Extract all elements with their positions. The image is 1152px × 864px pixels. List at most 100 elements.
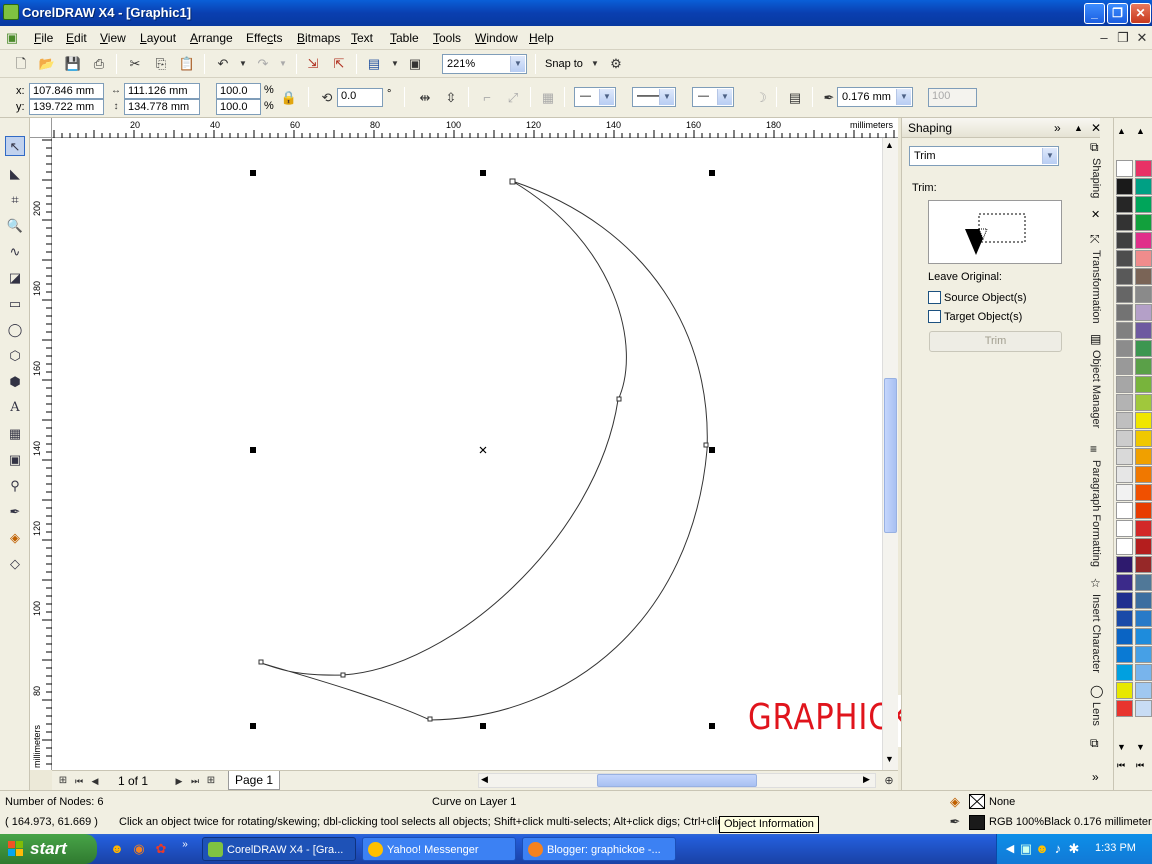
menu-layout[interactable]: Layout	[140, 31, 176, 45]
source-objects-label[interactable]: Source Object(s)	[944, 292, 1027, 304]
menu-window[interactable]: Window	[475, 31, 518, 45]
color-swatch[interactable]	[1116, 394, 1133, 411]
color-swatch[interactable]	[1116, 250, 1133, 267]
color-swatch[interactable]	[1116, 358, 1133, 375]
shaping-mode-select[interactable]: Trim ▼	[909, 146, 1059, 166]
color-swatch[interactable]	[1116, 286, 1133, 303]
color-swatch[interactable]	[1135, 268, 1152, 285]
color-swatch[interactable]	[1116, 502, 1133, 519]
quicklaunch-app-icon[interactable]: ✿	[152, 840, 170, 858]
table-tool-icon[interactable]: ▦	[5, 424, 25, 444]
minimize-button[interactable]: _	[1084, 3, 1105, 24]
chevron-down-icon[interactable]: ▼	[896, 89, 911, 105]
color-swatch[interactable]	[1116, 682, 1133, 699]
lock-ratio-icon[interactable]: 🔒	[280, 89, 298, 107]
menu-file[interactable]: File	[34, 31, 53, 45]
color-swatch[interactable]	[1116, 412, 1133, 429]
color-swatch[interactable]	[1135, 322, 1152, 339]
paste-icon[interactable]: 📋	[178, 55, 196, 73]
vertical-scrollbar[interactable]: ▲ ▼	[882, 138, 898, 770]
palette-scroll-up-icon[interactable]: ▲	[1136, 126, 1145, 136]
freehand-tool-icon[interactable]: ∿	[5, 242, 25, 262]
application-launcher-icon[interactable]: ▤	[365, 55, 383, 73]
color-swatch[interactable]	[1135, 286, 1152, 303]
color-swatch[interactable]	[1116, 376, 1133, 393]
disabled-transparency-input[interactable]: 100	[928, 88, 977, 107]
close-curve-icon[interactable]: ☽	[752, 89, 770, 107]
new-document-icon[interactable]: 🗋	[12, 55, 30, 73]
color-swatch[interactable]	[1135, 250, 1152, 267]
color-swatch[interactable]	[1116, 520, 1133, 537]
color-swatch[interactable]	[1116, 304, 1133, 321]
color-swatch[interactable]	[1135, 196, 1152, 213]
scroll-left-icon[interactable]: ◀	[481, 774, 488, 785]
interactive-blend-tool-icon[interactable]: ▣	[5, 450, 25, 470]
menu-arrange[interactable]: Arrange	[190, 31, 233, 45]
pick-tool-icon[interactable]: ↖	[5, 136, 25, 156]
mirror-horizontal-icon[interactable]: ⇹	[416, 89, 434, 107]
tab-transformation[interactable]: Transformation	[1090, 250, 1102, 324]
rotate-icon[interactable]: ⟲	[318, 89, 336, 107]
navigator-zoom-icon[interactable]: ⊕	[880, 772, 898, 790]
trim-button[interactable]: Trim	[929, 331, 1062, 352]
menu-bitmaps[interactable]: Bitmaps	[297, 31, 340, 45]
zoom-level-combo[interactable]: 221% ▼	[442, 54, 527, 74]
palette-scroll-down-icon[interactable]: ▼	[1117, 742, 1126, 752]
selection-handle[interactable]	[250, 723, 256, 729]
selection-handle[interactable]	[250, 170, 256, 176]
crop-tool-icon[interactable]: ⌗	[5, 190, 25, 210]
menu-text[interactable]: Text	[351, 31, 373, 45]
menu-tools[interactable]: Tools	[433, 31, 461, 45]
color-swatch[interactable]	[1135, 628, 1152, 645]
curve-node[interactable]	[509, 178, 516, 185]
color-swatch[interactable]	[1135, 178, 1152, 195]
copy-icon[interactable]: ⎘	[152, 55, 170, 73]
transformation-tab-icon[interactable]: ⤧	[1090, 232, 1100, 247]
shaping-tab-icon[interactable]: ⧉	[1090, 140, 1099, 155]
print-icon[interactable]: ⎙	[90, 55, 108, 73]
import-icon[interactable]: ⇲	[304, 55, 322, 73]
y-position-input[interactable]: 139.722 mm	[29, 99, 104, 115]
start-button[interactable]: start	[0, 834, 97, 864]
palette-scroll-down-icon[interactable]: ▼	[1136, 742, 1145, 752]
tab-shaping[interactable]: Shaping	[1090, 158, 1102, 198]
close-button[interactable]: ✕	[1130, 3, 1151, 24]
color-swatch[interactable]	[1116, 268, 1133, 285]
color-swatch[interactable]	[1135, 574, 1152, 591]
task-blogger-firefox[interactable]: Blogger: graphickoe -...	[522, 837, 676, 861]
wrap-text-icon[interactable]: ▦	[539, 89, 557, 107]
color-swatch[interactable]	[1116, 556, 1133, 573]
horizontal-scroll-thumb[interactable]	[597, 774, 757, 787]
snap-to-label[interactable]: Snap to	[545, 58, 583, 70]
color-swatch[interactable]	[1135, 556, 1152, 573]
end-arrowhead-selector[interactable]: — ▼	[692, 87, 734, 107]
snap-to-dropdown-icon[interactable]: ▼	[586, 55, 604, 73]
lens-tab-icon[interactable]: ◯	[1090, 684, 1103, 698]
x-position-input[interactable]: 107.846 mm	[29, 83, 104, 99]
outline-pen-icon[interactable]: ✒	[820, 89, 838, 107]
curve-node[interactable]	[340, 672, 346, 678]
eyedropper-tool-icon[interactable]: ⚲	[5, 476, 25, 496]
outline-width-combo[interactable]: 0.176 mm ▼	[837, 87, 913, 107]
quicklaunch-firefox-icon[interactable]: ◉	[130, 840, 148, 858]
prev-page-icon[interactable]: ◀	[86, 772, 104, 790]
color-swatch[interactable]	[1135, 430, 1152, 447]
color-swatch[interactable]	[1116, 160, 1133, 177]
color-swatch[interactable]	[1116, 484, 1133, 501]
palette-end-icon[interactable]: ⏮	[1117, 760, 1125, 771]
docker-close-icon[interactable]: ✕	[1091, 118, 1101, 138]
scale-x-input[interactable]: 100.0	[216, 83, 261, 99]
selection-handle[interactable]	[480, 723, 486, 729]
horizontal-ruler[interactable]: 20 40 60 80 100 120 140 160 180 millimet…	[52, 118, 898, 138]
drawing-canvas[interactable]: GRAPHICKOE.COM	[52, 138, 1068, 770]
quicklaunch-messenger-icon[interactable]: ☻	[108, 840, 126, 858]
text-tool-icon[interactable]: A	[5, 398, 25, 418]
scroll-up-icon[interactable]: ▲	[885, 140, 894, 150]
palette-end-icon[interactable]: ⏮	[1136, 760, 1144, 771]
color-swatch[interactable]	[1135, 520, 1152, 537]
ellipse-tool-icon[interactable]: ◯	[5, 320, 25, 340]
launcher-dropdown-icon[interactable]: ▼	[386, 55, 404, 73]
object-manager-tab-icon[interactable]: ▤	[1090, 332, 1101, 346]
task-coreldraw[interactable]: CorelDRAW X4 - [Gra...	[202, 837, 356, 861]
color-swatch[interactable]	[1116, 214, 1133, 231]
